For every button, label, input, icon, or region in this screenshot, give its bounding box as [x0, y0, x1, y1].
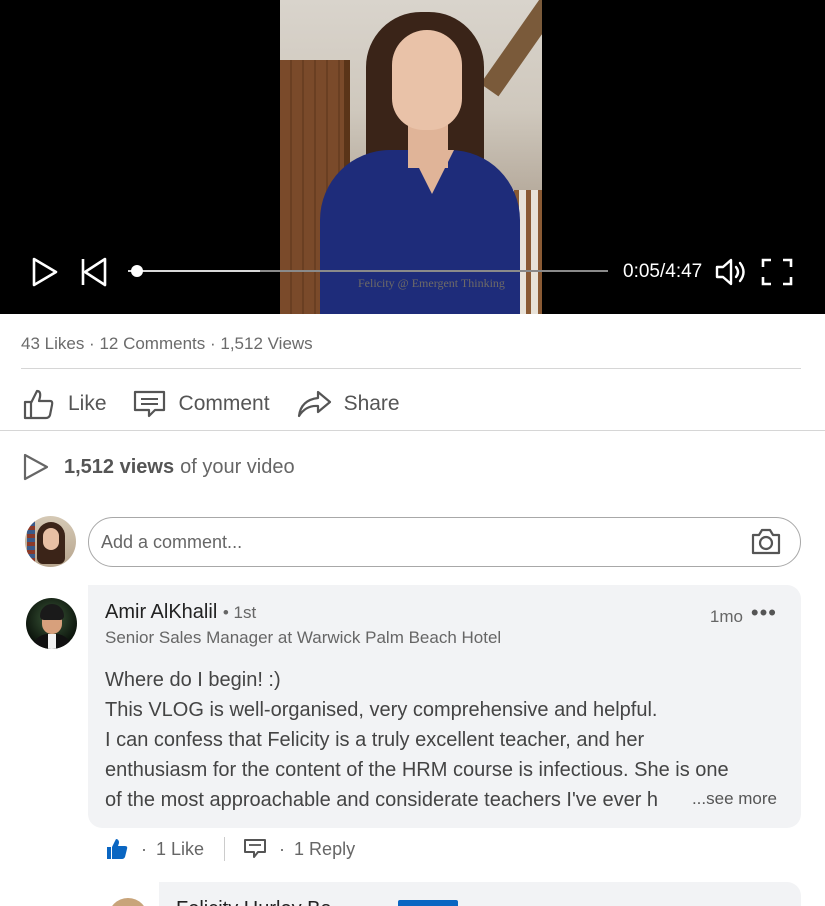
like-reaction-icon[interactable]	[105, 837, 129, 861]
comment-label: Comment	[178, 392, 270, 415]
post-actions: Like Comment Share	[22, 384, 426, 424]
comment-line: enthusiasm for the content of the HRM co…	[105, 759, 729, 781]
commenter-headline: Senior Sales Manager at Warwick Palm Bea…	[105, 628, 502, 647]
video-scene-face	[392, 30, 462, 130]
comment-input[interactable]	[101, 528, 731, 556]
skip-back-button[interactable]	[79, 256, 109, 288]
share-label: Share	[343, 392, 400, 415]
like-button[interactable]: Like	[22, 384, 107, 424]
skip-back-icon	[81, 257, 107, 287]
reaction-dot: ·	[141, 838, 147, 859]
avatar-shirt	[48, 634, 56, 649]
video-time: 0:05/4:47	[623, 261, 703, 282]
commenter-avatar[interactable]	[26, 598, 77, 649]
video-player[interactable]: Felicity @ Emergent Thinking 0:05/4:47	[0, 0, 825, 314]
views-summary[interactable]: 1,512 views of your video	[22, 452, 295, 482]
play-button[interactable]	[30, 256, 60, 288]
comment-replies[interactable]: 1 Reply	[294, 839, 355, 860]
comment-icon	[133, 390, 165, 418]
fullscreen-icon	[761, 258, 793, 286]
video-progress-slider[interactable]	[128, 263, 608, 279]
reaction-separator	[224, 837, 226, 861]
likes-count-link[interactable]: 43 Likes	[21, 334, 84, 353]
views-count-link[interactable]: 1,512 Views	[220, 334, 312, 353]
reply-bubble: Felicity Hurley Ba...	[159, 882, 801, 906]
volume-icon	[715, 258, 745, 286]
share-button[interactable]: Share	[296, 384, 400, 424]
divider	[0, 430, 825, 431]
stats-separator: ·	[205, 334, 221, 353]
see-more-link[interactable]: ...see more	[685, 789, 777, 809]
comment-time: 1mo	[709, 607, 743, 626]
reaction-dot: ·	[279, 838, 286, 859]
comment-options-button[interactable]: •••	[751, 602, 777, 624]
author-badge	[398, 900, 458, 906]
play-icon	[32, 257, 58, 287]
divider	[21, 368, 801, 369]
avatar-bookshelf	[27, 518, 35, 564]
play-outline-icon	[23, 453, 49, 481]
comment-composer[interactable]	[88, 517, 801, 567]
add-photo-button[interactable]	[750, 527, 782, 557]
avatar-hair	[40, 604, 64, 620]
current-user-avatar[interactable]	[25, 516, 76, 567]
camera-icon	[751, 528, 781, 555]
share-arrow-icon	[297, 390, 331, 418]
comment-button[interactable]: Comment	[133, 384, 270, 424]
comment-line: This VLOG is well-organised, very compre…	[105, 699, 658, 721]
like-label: Like	[68, 392, 107, 415]
views-suffix: of your video	[180, 455, 295, 478]
views-count: 1,512 views	[64, 455, 175, 478]
comment-reactions: · 1 Like · 1 Reply	[105, 835, 355, 863]
reply-icon[interactable]	[243, 838, 267, 860]
comment-line: Where do I begin! :)	[105, 669, 281, 691]
comment-likes[interactable]: 1 Like	[156, 839, 204, 860]
reply-author-avatar[interactable]	[108, 898, 148, 906]
commenter-name-line: Amir AlKhalil • 1st	[105, 601, 256, 624]
fullscreen-button[interactable]	[760, 257, 794, 287]
volume-button[interactable]	[714, 256, 750, 288]
comments-count-link[interactable]: 12 Comments	[99, 334, 205, 353]
connection-degree: • 1st	[222, 603, 257, 622]
avatar-face	[43, 528, 59, 550]
progress-handle[interactable]	[130, 265, 143, 277]
thumbs-up-icon	[23, 389, 54, 420]
progress-buffer	[128, 270, 260, 272]
stats-separator: ·	[84, 334, 100, 353]
comment-line: I can confess that Felicity is a truly e…	[105, 729, 645, 751]
comment-bubble: Amir AlKhalil • 1st 1mo ••• Senior Sales…	[88, 585, 801, 828]
video-scene-vneck	[410, 150, 454, 194]
post-stats: 43 Likes · 12 Comments · 1,512 Views	[21, 334, 313, 354]
video-scene-beam	[480, 0, 542, 97]
commenter-name[interactable]: Amir AlKhalil	[105, 601, 217, 623]
reply-author-name[interactable]: Felicity Hurley Ba...	[176, 898, 348, 906]
